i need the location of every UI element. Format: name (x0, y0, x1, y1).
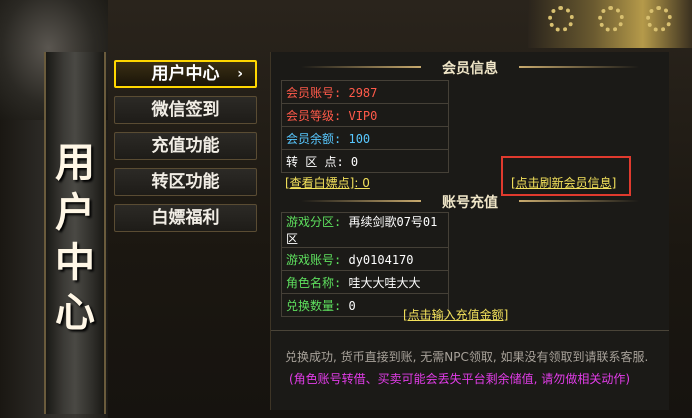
menu-item-user-center[interactable]: 用户中心 › (114, 60, 257, 88)
table-row: 游戏分区: 再续剑歌07号01区 (281, 212, 449, 248)
menu-item-label: 充值功能 (151, 136, 220, 156)
cog-icon (548, 6, 574, 32)
row-label: 游戏账号: (286, 252, 342, 267)
row-value: 哇大大哇大大 (348, 275, 421, 290)
row-label: 游戏分区: (286, 215, 342, 229)
menu-item-label: 用户中心 (151, 64, 220, 84)
member-info-title: 会员信息 (271, 58, 669, 78)
transfer-points-cell: 转 区 点: 0 (281, 149, 449, 173)
recharge-title: 账号充值 (271, 192, 669, 212)
menu-item-label: 转区功能 (151, 172, 220, 192)
divider (271, 330, 669, 331)
row-label: 兑换数量: (286, 298, 342, 313)
warning-text: (角色账号转借、买卖可能会丢失平台剩余储值, 请勿做相关动作) (289, 372, 630, 386)
balance-cell: 会员余额: 100 (281, 126, 449, 150)
table-row: 会员等级: VIP0 (281, 103, 449, 127)
menu-item-recharge[interactable]: 充值功能 (114, 132, 257, 160)
refresh-member-info-link[interactable]: [点击刷新会员信息] (511, 174, 616, 191)
character-cell: 角色名称: 哇大大哇大大 (281, 270, 449, 294)
cog-icon (646, 6, 672, 32)
level-cell: 会员等级: VIP0 (281, 103, 449, 127)
table-row: 会员余额: 100 (281, 126, 449, 150)
table-row: 游戏账号: dy0104170 (281, 247, 449, 271)
menu-item-free-welfare[interactable]: 白嫖福利 (114, 204, 257, 232)
main-panel: 会员信息 会员账号: 2987 会员等级: VIP0 会员余额: 100 转 区… (270, 52, 669, 410)
member-info-table: 会员账号: 2987 会员等级: VIP0 会员余额: 100 转 区 点: 0 (281, 80, 449, 173)
game-account-cell: 游戏账号: dy0104170 (281, 247, 449, 271)
chevron-right-icon: › (237, 66, 243, 82)
row-value: VIP0 (348, 108, 378, 123)
row-label: 会员等级: (286, 108, 342, 123)
row-value: 0 (348, 298, 356, 313)
row-label: 转 区 点: (286, 154, 344, 169)
menu-item-label: 白嫖福利 (151, 208, 220, 228)
cog-icon (598, 6, 624, 32)
row-label: 会员余额: (286, 131, 342, 146)
recharge-table: 游戏分区: 再续剑歌07号01区 游戏账号: dy0104170 角色名称: 哇… (281, 212, 449, 317)
gear-decoration (528, 0, 692, 48)
vertical-title: 用 户 中 心 (44, 52, 106, 414)
menu-item-wechat-signin[interactable]: 微信签到 (114, 96, 257, 124)
server-cell: 游戏分区: 再续剑歌07号01区 (281, 212, 449, 248)
view-points-link[interactable]: [查看白嫖点]: 0 (285, 174, 370, 191)
input-amount-link[interactable]: [点击输入充值金额] (403, 306, 508, 323)
table-row: 转 区 点: 0 (281, 149, 449, 173)
table-row: 会员账号: 2987 (281, 80, 449, 104)
game-window: 用 户 中 心 用户中心 › 微信签到 充值功能 转区功能 白嫖福利 会员信息 (0, 0, 692, 418)
table-row: 角色名称: 哇大大哇大大 (281, 270, 449, 294)
account-cell: 会员账号: 2987 (281, 80, 449, 104)
row-label: 角色名称: (286, 275, 342, 290)
notice-text: 兑换成功, 货币直接到账, 无需NPC领取, 如果没有领取到请联系客服. (285, 350, 649, 364)
row-label: 会员账号: (286, 85, 342, 100)
row-value: dy0104170 (348, 252, 414, 267)
title-char: 心 (55, 289, 95, 336)
menu-item-transfer[interactable]: 转区功能 (114, 168, 257, 196)
left-column: 用 户 中 心 (0, 0, 108, 418)
row-value: 2987 (348, 85, 378, 100)
menu-item-label: 微信签到 (151, 100, 220, 120)
row-value: 100 (348, 131, 371, 146)
row-value: 0 (350, 154, 359, 169)
